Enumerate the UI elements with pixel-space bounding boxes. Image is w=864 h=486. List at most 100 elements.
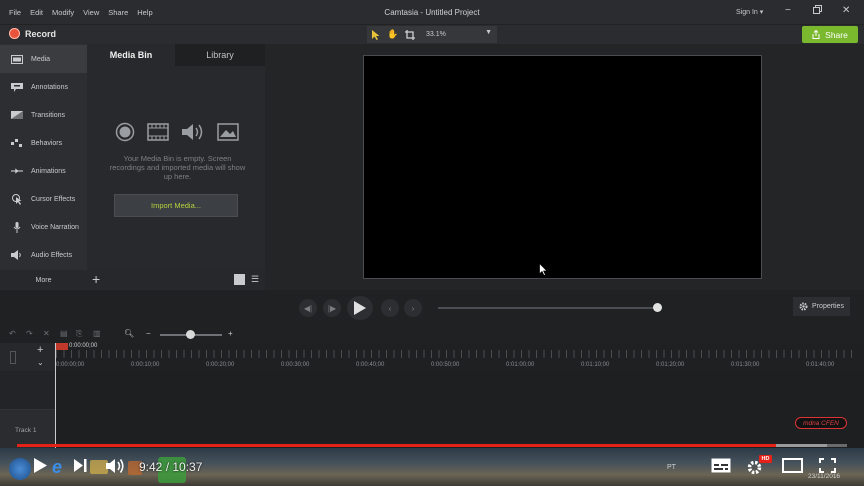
- theater-mode-icon[interactable]: [782, 458, 803, 473]
- split-icon[interactable]: ▥: [93, 329, 101, 338]
- windows-start-icon[interactable]: [9, 458, 31, 480]
- timeline-zoom-handle[interactable]: [186, 330, 195, 339]
- record-circle-icon: [115, 122, 135, 142]
- sidebar-item-label: Voice Narration: [31, 223, 79, 231]
- menu-items: File Edit Modify View Share Help: [0, 8, 153, 17]
- playhead-time: 0:00:00;00: [69, 343, 98, 349]
- tick-label: 0:00:20;00: [206, 362, 235, 368]
- zoom-icon[interactable]: 🔍︎: [124, 329, 134, 338]
- microphone-icon: [11, 221, 23, 233]
- canvas-tools: ✋ 33.1% ▼: [367, 26, 497, 43]
- sidebar-item-label: Cursor Effects: [31, 195, 76, 203]
- sidebar-item-annotations[interactable]: Annotations: [0, 73, 87, 101]
- track-header[interactable]: Track 1: [0, 409, 55, 448]
- audio-icon: [182, 124, 203, 140]
- scrub-handle[interactable]: [653, 303, 662, 312]
- sidebar-item-animations[interactable]: Animations: [0, 157, 87, 185]
- track-height-icon[interactable]: [10, 351, 16, 364]
- restore-icon[interactable]: [813, 5, 822, 17]
- previous-clip-icon[interactable]: ‹: [381, 299, 399, 317]
- system-date: 23/11/2016: [808, 473, 841, 480]
- sidebar-item-cursor-effects[interactable]: Cursor Effects: [0, 185, 87, 213]
- menu-file[interactable]: File: [9, 8, 21, 17]
- preview-canvas[interactable]: [363, 55, 762, 279]
- menu-view[interactable]: View: [83, 8, 99, 17]
- video-time: 9:42 / 10:37: [139, 460, 203, 474]
- transition-icon: [11, 110, 23, 120]
- paste-icon[interactable]: ⎘: [76, 329, 82, 339]
- select-arrow-icon[interactable]: [371, 29, 381, 40]
- upload-icon: [812, 30, 820, 39]
- collapse-tracks-icon[interactable]: ⌄: [37, 358, 44, 367]
- tab-library[interactable]: Library: [175, 44, 265, 66]
- subtitles-icon[interactable]: [711, 458, 731, 473]
- zoom-out-icon[interactable]: −: [146, 329, 151, 338]
- record-dot-icon: [9, 28, 20, 39]
- redo-icon[interactable]: ↷: [26, 329, 33, 338]
- add-icon[interactable]: +: [92, 271, 100, 287]
- scrub-track[interactable]: [438, 307, 658, 309]
- tick-label: 0:01:00;00: [506, 362, 535, 368]
- video-progress-bar[interactable]: [17, 444, 776, 447]
- copy-icon[interactable]: ▤: [60, 329, 68, 338]
- sign-in-button[interactable]: Sign In ▾: [736, 8, 763, 16]
- sidebar-item-label: Media: [31, 55, 51, 63]
- list-view-icon[interactable]: ☰: [251, 274, 259, 285]
- play-icon[interactable]: [34, 458, 47, 473]
- language-indicator[interactable]: PT: [667, 464, 676, 471]
- track-controls-header: + ⌄: [0, 343, 55, 371]
- tick-label: 0:01:20;00: [656, 362, 685, 368]
- tick-label: 0:00:00;00: [56, 362, 85, 368]
- fullscreen-icon[interactable]: [819, 458, 836, 473]
- mouse-pointer-icon: [539, 263, 548, 276]
- sidebar-item-label: Audio Effects: [31, 251, 73, 259]
- timeline-toolbar: ↶ ↷ ✕ ▤ ⎘ ▥ 🔍︎ − +: [0, 326, 864, 343]
- menu-help[interactable]: Help: [137, 8, 152, 17]
- more-button[interactable]: More: [0, 270, 87, 290]
- sidebar-item-audio-effects[interactable]: Audio Effects: [0, 241, 87, 269]
- track-label: Track 1: [15, 427, 37, 434]
- close-icon[interactable]: ✕: [842, 5, 850, 16]
- menu-share[interactable]: Share: [108, 8, 128, 17]
- chevron-down-icon[interactable]: ▼: [485, 29, 492, 36]
- sidebar-item-media[interactable]: Media: [0, 45, 87, 73]
- zoom-select[interactable]: 33.1%: [426, 31, 446, 38]
- next-clip-icon[interactable]: ›: [404, 299, 422, 317]
- menu-edit[interactable]: Edit: [30, 8, 43, 17]
- volume-icon[interactable]: [106, 458, 126, 474]
- timeline-ruler[interactable]: + ⌄ 0:00:00;00 0:00:00;00 0:00:10;00 0:0…: [0, 343, 864, 371]
- speaker-icon: [11, 250, 23, 260]
- tab-media-bin[interactable]: Media Bin: [87, 44, 175, 66]
- grid-view-icon[interactable]: [234, 274, 245, 285]
- record-toolbar: Record ✋ 33.1% ▼ Share: [0, 24, 864, 44]
- sidebar-item-behaviors[interactable]: Behaviors: [0, 129, 87, 157]
- share-button[interactable]: Share: [802, 26, 858, 43]
- tick-label: 0:00:30;00: [281, 362, 310, 368]
- undo-icon[interactable]: ↶: [9, 329, 16, 338]
- timeline-tracks[interactable]: Track 1 mdna CFEN: [0, 371, 864, 448]
- internet-explorer-icon[interactable]: e: [52, 457, 62, 478]
- cut-icon[interactable]: ✕: [43, 329, 50, 338]
- crop-icon[interactable]: [405, 29, 415, 40]
- zoom-in-icon[interactable]: +: [228, 329, 233, 338]
- playhead-handle[interactable]: [56, 343, 68, 350]
- minimize-icon[interactable]: −: [785, 5, 791, 16]
- play-button[interactable]: [347, 296, 373, 320]
- next-video-icon[interactable]: [74, 459, 87, 472]
- tools-sidebar: Media Annotations Transitions Behaviors …: [0, 44, 87, 290]
- step-forward-icon[interactable]: |▶: [323, 299, 341, 317]
- add-track-icon[interactable]: +: [37, 344, 43, 356]
- record-button[interactable]: Record: [9, 28, 56, 39]
- record-label: Record: [25, 28, 57, 39]
- step-back-icon[interactable]: ◀|: [299, 299, 317, 317]
- sidebar-item-voice-narration[interactable]: Voice Narration: [0, 213, 87, 241]
- properties-button[interactable]: Properties: [793, 297, 850, 316]
- sidebar-item-transitions[interactable]: Transitions: [0, 101, 87, 129]
- playhead-line: [55, 343, 56, 448]
- pan-hand-icon[interactable]: ✋: [387, 29, 398, 40]
- import-media-button[interactable]: Import Media...: [114, 194, 238, 217]
- play-icon: [354, 301, 366, 315]
- canvas-area: [265, 44, 864, 290]
- media-bin-panel: Media Bin Library Your Media Bin is empt…: [87, 44, 265, 290]
- menu-modify[interactable]: Modify: [52, 8, 74, 17]
